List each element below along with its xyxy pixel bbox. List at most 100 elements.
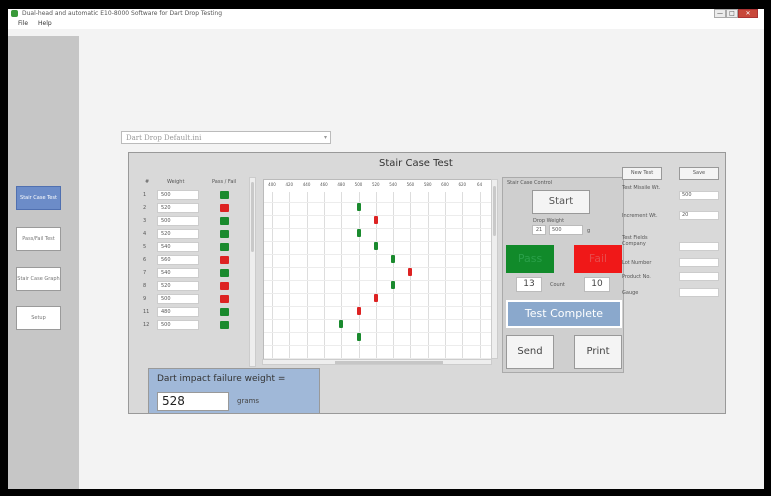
new-test-button[interactable]: New Test (622, 167, 662, 180)
row-weight[interactable]: 560 (157, 255, 199, 265)
table-row: 4 520 (139, 228, 251, 240)
gauge-label: Gauge (622, 290, 639, 296)
increment-weight-field[interactable]: 20 (679, 211, 719, 220)
chart-scrollbar[interactable] (491, 179, 498, 359)
pass-indicator (220, 191, 229, 199)
chart-scrollbar-thumb[interactable] (493, 186, 496, 236)
chart-horizontal-scrollbar-thumb[interactable] (335, 361, 443, 364)
row-weight[interactable]: 520 (157, 281, 199, 291)
test-missile-weight-field[interactable]: 500 (679, 191, 719, 200)
x-tick-label: 600 (441, 182, 449, 187)
close-button[interactable]: ✕ (738, 9, 758, 18)
x-tick-label: 400 (268, 182, 276, 187)
profile-select-value: Dart Drop Default.ini (126, 134, 202, 142)
row-weight[interactable]: 540 (157, 242, 199, 252)
gauge-field[interactable] (679, 288, 719, 297)
row-weight[interactable]: 540 (157, 268, 199, 278)
column-header-num: # (145, 179, 150, 185)
window-controls: — □ ✕ (714, 9, 758, 18)
x-tick-label: 500 (354, 182, 363, 187)
table-scrollbar[interactable] (249, 177, 256, 367)
company-field[interactable] (679, 242, 719, 251)
test-status: Test Complete (506, 300, 622, 328)
title-bar: Dual-head and automatic E10-8000 Softwar… (8, 9, 764, 19)
x-tick-label: 520 (371, 182, 380, 187)
menu-help[interactable]: Help (38, 19, 52, 29)
row-weight[interactable]: 520 (157, 229, 199, 239)
minimize-button[interactable]: — (714, 9, 726, 18)
gridline (341, 192, 343, 360)
stair-case-control-panel: Stair Case Control Start Drop Weight 21 … (502, 177, 624, 373)
row-number: 12 (143, 322, 150, 328)
gridline (264, 306, 494, 307)
save-button[interactable]: Save (679, 167, 719, 180)
maximize-button[interactable]: □ (726, 9, 738, 18)
sidebar-item-stair-case-test[interactable]: Stair Case Test (16, 186, 61, 210)
fail-marker (408, 268, 413, 276)
menu-file[interactable]: File (18, 19, 28, 29)
gridline (289, 192, 291, 360)
fail-indicator (220, 256, 229, 264)
row-number: 9 (143, 296, 147, 302)
drop-weight-field[interactable]: 500 (549, 225, 583, 235)
pass-indicator (220, 308, 229, 316)
result-label: Dart impact failure weight = (157, 374, 286, 384)
send-button[interactable]: Send (506, 335, 554, 369)
result-unit: grams (237, 397, 260, 405)
fail-indicator (220, 282, 229, 290)
pass-marker (356, 203, 361, 211)
gridline (264, 254, 494, 255)
drop-weight-index-field[interactable]: 21 (532, 225, 546, 235)
lot-number-field[interactable] (679, 258, 719, 267)
gridline (264, 319, 494, 320)
pass-button[interactable]: Pass (506, 245, 554, 273)
row-number: 5 (143, 244, 147, 250)
row-weight[interactable]: 520 (157, 203, 199, 213)
product-number-field[interactable] (679, 272, 719, 281)
pass-indicator (220, 230, 229, 238)
gridline (264, 267, 494, 268)
increment-weight-label: Increment Wt. (622, 213, 658, 219)
fail-button[interactable]: Fail (574, 245, 622, 273)
sidebar-item-pass-fail-test[interactable]: Pass/Fail Test (16, 227, 61, 251)
chart-horizontal-scrollbar[interactable] (262, 359, 492, 365)
row-weight[interactable]: 480 (157, 307, 199, 317)
sidebar-item-setup[interactable]: Setup (16, 306, 61, 330)
table-scrollbar-thumb[interactable] (251, 182, 254, 252)
result-panel: Dart impact failure weight = 528 grams (148, 368, 320, 414)
menu-bar: File Help (8, 19, 764, 29)
x-tick-label: 580 (423, 182, 432, 187)
print-button[interactable]: Print (574, 335, 622, 369)
table-row: 2 520 (139, 202, 251, 214)
table-row: 11 480 (139, 306, 251, 318)
fail-marker (373, 216, 378, 224)
x-tick-label: 560 (406, 182, 415, 187)
sidebar-item-stair-case-graph[interactable]: Stair Case Graph (16, 267, 61, 291)
pass-marker (373, 242, 378, 250)
drop-weight-unit: g (587, 228, 591, 234)
gridline (462, 192, 464, 360)
row-weight[interactable]: 500 (157, 320, 199, 330)
row-weight[interactable]: 500 (157, 190, 199, 200)
gridline (264, 228, 494, 229)
row-number: 6 (143, 257, 147, 263)
fail-marker (356, 307, 361, 315)
row-number: 1 (143, 192, 147, 198)
row-number: 2 (143, 205, 147, 211)
pass-indicator (220, 321, 229, 329)
row-number: 3 (143, 218, 147, 224)
start-button[interactable]: Start (532, 190, 590, 214)
app-icon (11, 10, 18, 17)
x-tick-label: 440 (302, 182, 311, 187)
profile-select[interactable]: Dart Drop Default.ini ▾ (121, 131, 331, 144)
table-row: 12 500 (139, 319, 251, 331)
company-label: Test Fields Company (622, 235, 648, 247)
control-panel-label: Stair Case Control (507, 180, 553, 186)
row-weight[interactable]: 500 (157, 294, 199, 304)
x-tick-label: 540 (389, 182, 397, 187)
x-tick-label: 460 (320, 182, 328, 187)
row-weight[interactable]: 500 (157, 216, 199, 226)
gridline (306, 192, 308, 360)
pass-marker (391, 281, 396, 289)
gridline (264, 332, 494, 333)
